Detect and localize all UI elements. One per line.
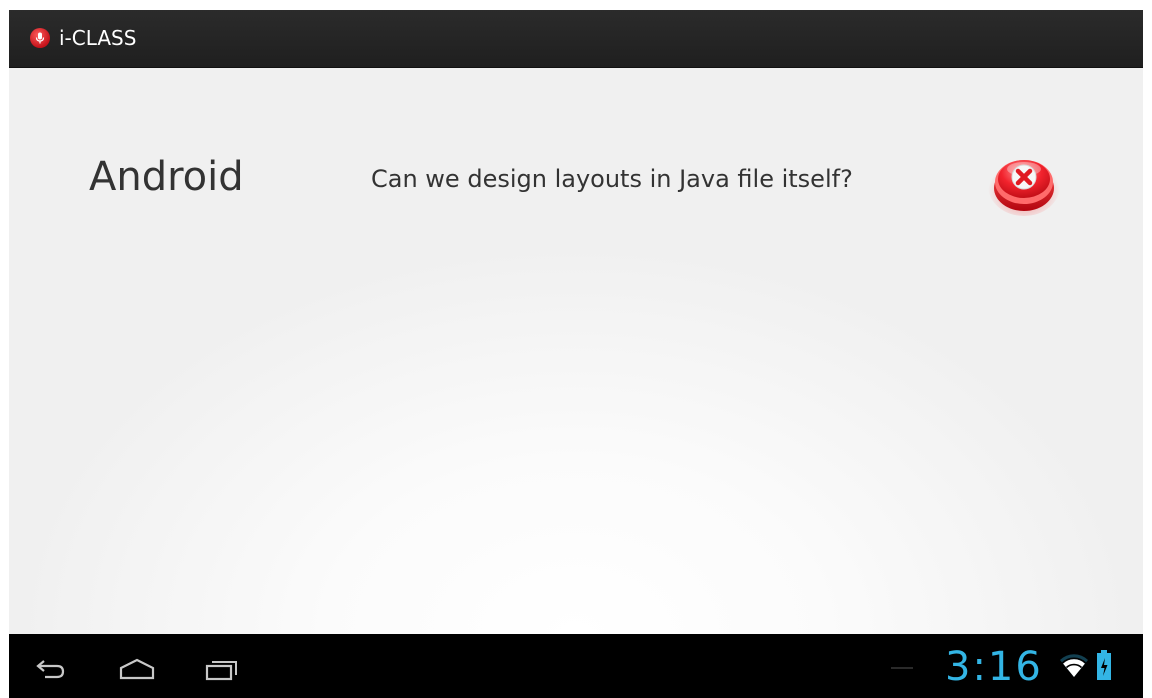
delete-button[interactable] — [987, 144, 1061, 218]
recent-apps-icon — [205, 661, 237, 681]
notification-indicator[interactable] — [891, 667, 913, 669]
back-button[interactable] — [21, 648, 81, 688]
battery-charging-icon — [1096, 648, 1112, 682]
status-clock[interactable]: 3:16 — [945, 644, 1043, 690]
app-title: i-CLASS — [59, 26, 137, 50]
back-icon — [36, 660, 65, 679]
close-icon — [988, 156, 1060, 216]
subject-label: Android — [89, 154, 244, 200]
home-icon — [119, 658, 155, 680]
navigation-bar: 3:16 — [9, 634, 1143, 698]
question-list: Android Can we design layouts in Java fi… — [9, 68, 1143, 634]
microphone-icon[interactable] — [30, 28, 50, 48]
home-button[interactable] — [107, 648, 167, 688]
question-text: Can we design layouts in Java file itsel… — [371, 165, 853, 193]
wifi-icon — [1059, 650, 1089, 680]
device-screen: i-CLASS Android Can we design layouts in… — [9, 10, 1143, 698]
action-bar: i-CLASS — [9, 10, 1143, 68]
recent-apps-button[interactable] — [191, 648, 251, 688]
